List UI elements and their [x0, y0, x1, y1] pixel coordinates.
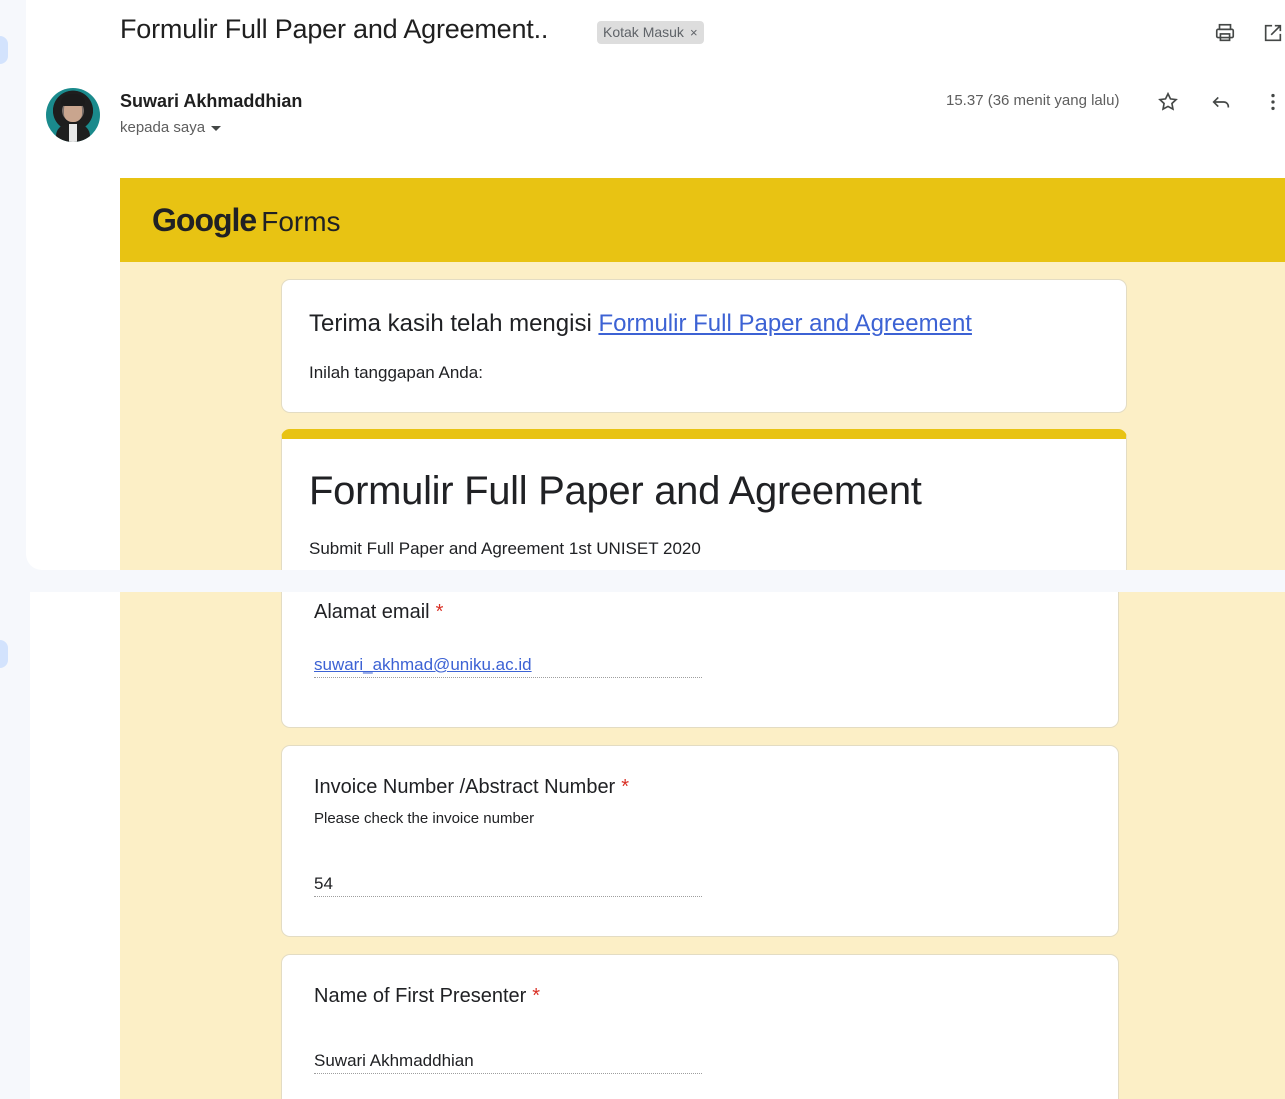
chevron-down-icon — [211, 126, 222, 131]
google-forms-banner: Google Forms — [120, 178, 1285, 262]
responses-intro: Inilah tanggapan Anda: — [309, 363, 483, 382]
form-description: Submit Full Paper and Agreement 1st UNIS… — [309, 539, 701, 558]
required-marker: * — [532, 985, 541, 1007]
more-vertical-icon[interactable] — [1259, 88, 1285, 116]
question-label: Name of First Presenter * — [314, 985, 541, 1007]
question-label: Alamat email * — [314, 601, 444, 623]
inbox-label-chip[interactable]: Kotak Masuk × — [597, 21, 704, 44]
question-card-email: Alamat email * suwari_akhmad@uniku.ac.id — [281, 592, 1119, 728]
sender-name[interactable]: Suwari Akhmaddhian — [120, 91, 302, 112]
google-forms-logo: Google Forms — [152, 202, 341, 238]
recipient-label: kepada saya — [120, 119, 206, 136]
email-view-upper: Formulir Full Paper and Agreement.. Kota… — [26, 0, 1285, 570]
question-hint: Please check the invoice number — [314, 810, 535, 827]
email-timestamp: 15.37 (36 menit yang lalu) — [946, 92, 1120, 109]
form-link[interactable]: Formulir Full Paper and Agreement — [598, 310, 972, 337]
question-label: Invoice Number /Abstract Number * — [314, 776, 630, 798]
scroll-separator — [0, 570, 1285, 592]
side-panel-hint — [0, 36, 8, 64]
email-subject: Formulir Full Paper and Agreement.. — [120, 14, 549, 44]
open-in-new-window-icon[interactable] — [1260, 20, 1285, 46]
question-card-presenter: Name of First Presenter * Suwari Akhmaddh… — [281, 954, 1119, 1099]
answer-email[interactable]: suwari_akhmad@uniku.ac.id — [314, 655, 702, 678]
thanks-message: Terima kasih telah mengisi Formulir Full… — [309, 310, 972, 337]
form-title-card: Formulir Full Paper and Agreement Submit… — [281, 429, 1127, 570]
reply-icon[interactable] — [1207, 88, 1235, 116]
print-icon[interactable] — [1212, 20, 1238, 46]
star-icon[interactable] — [1154, 88, 1182, 116]
email-view-lower: Alamat email * suwari_akhmad@uniku.ac.id … — [30, 592, 1285, 1099]
answer-first-presenter: Suwari Akhmaddhian — [314, 1051, 702, 1074]
required-marker: * — [621, 776, 630, 798]
recipient-details-toggle[interactable]: kepada saya — [120, 119, 222, 136]
answer-invoice-number: 54 — [314, 874, 702, 897]
avatar[interactable] — [46, 88, 100, 142]
thanks-card: Terima kasih telah mengisi Formulir Full… — [281, 279, 1127, 413]
label-chip-text: Kotak Masuk — [603, 24, 684, 40]
side-panel-hint — [0, 640, 8, 668]
remove-label-icon[interactable]: × — [690, 21, 698, 44]
question-card-invoice: Invoice Number /Abstract Number * Please … — [281, 745, 1119, 937]
required-marker: * — [435, 601, 444, 623]
form-title: Formulir Full Paper and Agreement — [309, 469, 922, 513]
